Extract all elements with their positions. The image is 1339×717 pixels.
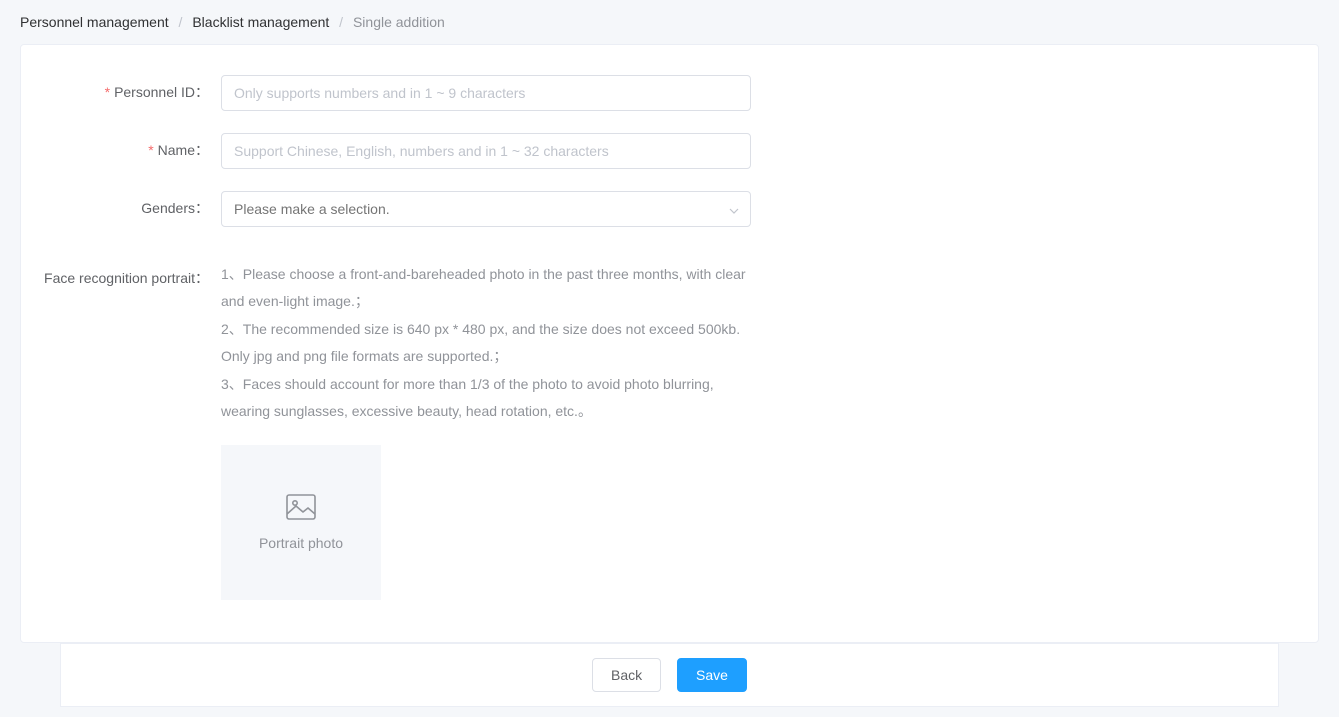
row-portrait: Face recognition portrait： 1、Please choo… <box>41 261 1298 600</box>
save-button[interactable]: Save <box>677 658 747 692</box>
label-name: *Name： <box>41 133 221 161</box>
back-button[interactable]: Back <box>592 658 661 692</box>
portrait-upload-label: Portrait photo <box>259 535 343 551</box>
personnel-id-input[interactable] <box>221 75 751 111</box>
instruction-3: 3、Faces should account for more than 1/3… <box>221 371 751 424</box>
label-genders: Genders： <box>41 191 221 219</box>
instruction-2: 2、The recommended size is 640 px * 480 p… <box>221 316 751 369</box>
genders-select[interactable] <box>221 191 751 227</box>
breadcrumb-separator: / <box>179 14 183 30</box>
required-mark: * <box>148 142 153 158</box>
breadcrumb: Personnel management / Blacklist managem… <box>0 0 1339 44</box>
row-genders: Genders： <box>41 191 1298 227</box>
image-icon <box>286 494 316 523</box>
form-card: *Personnel ID： *Name： Genders： <box>20 44 1319 643</box>
row-name: *Name： <box>41 133 1298 169</box>
breadcrumb-item-blacklist[interactable]: Blacklist management <box>192 14 329 30</box>
footer-bar: Back Save <box>60 643 1279 707</box>
genders-select-display[interactable] <box>221 191 751 227</box>
instruction-1: 1、Please choose a front-and-bareheaded p… <box>221 261 751 314</box>
label-portrait: Face recognition portrait： <box>41 261 221 289</box>
required-mark: * <box>105 84 110 100</box>
breadcrumb-separator: / <box>339 14 343 30</box>
portrait-upload[interactable]: Portrait photo <box>221 445 381 600</box>
breadcrumb-item-current: Single addition <box>353 14 445 30</box>
label-personnel-id: *Personnel ID： <box>41 75 221 103</box>
portrait-instructions: 1、Please choose a front-and-bareheaded p… <box>221 261 751 425</box>
row-personnel-id: *Personnel ID： <box>41 75 1298 111</box>
name-input[interactable] <box>221 133 751 169</box>
breadcrumb-item-personnel[interactable]: Personnel management <box>20 14 169 30</box>
